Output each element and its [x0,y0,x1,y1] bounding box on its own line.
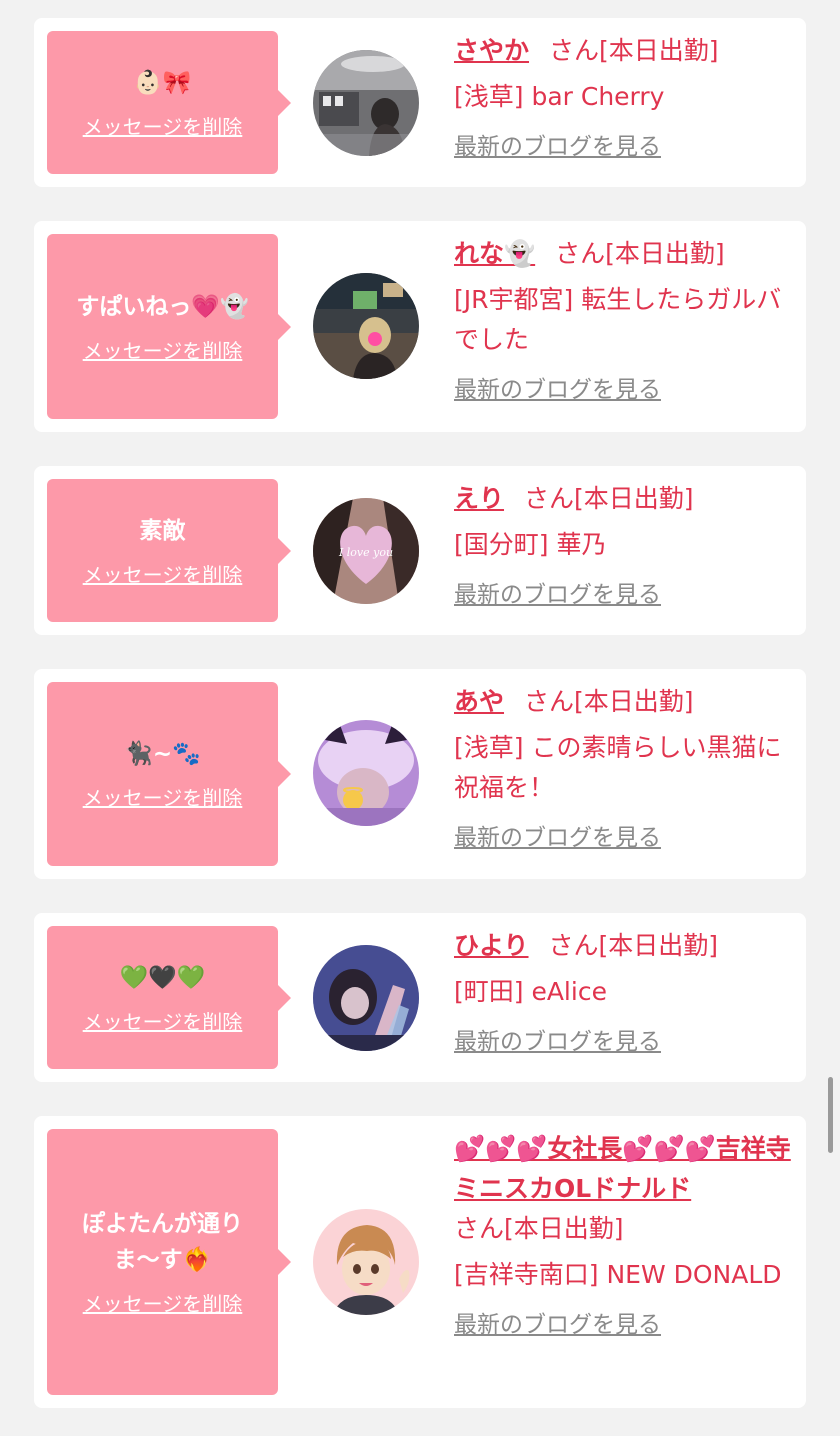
latest-blog-link[interactable]: 最新のブログを見る [454,579,661,611]
cast-info: あや さん[本日出勤] [浅草] この素晴らしい黒猫に祝福を！ 最新のブログを見る [454,682,794,854]
avatar[interactable]: I love you [313,498,419,604]
avatar-photo-icon [313,50,419,156]
shop-name: [浅草] bar Cherry [454,82,665,111]
message-bubble: すぱいねっ💗👻 メッセージを削除 [47,234,291,419]
cast-info: えり さん[本日出勤] [国分町] 華乃 最新のブログを見る [454,479,794,611]
message-bubble: 🐈‍⬛~🐾 メッセージを削除 [47,682,291,866]
cast-name-link[interactable]: 💕💕💕女社長💕💕💕吉祥寺ミニスカOLドナルド [454,1134,791,1203]
latest-blog-link[interactable]: 最新のブログを見る [454,131,661,163]
cast-status: さん[本日出勤] [549,36,719,65]
delete-message-link[interactable]: メッセージを削除 [83,337,243,365]
message-bubble: 素敵 メッセージを削除 [47,479,291,622]
cast-name-link[interactable]: さやか [454,36,529,65]
cast-info: 💕💕💕女社長💕💕💕吉祥寺ミニスカOLドナルドさん[本日出勤] [吉祥寺南口] N… [454,1129,794,1341]
list-item: ぽよたんが通りま〜す❤️‍🔥 メッセージを削除 💕💕💕女社長💕💕💕吉祥寺ミニスカ… [34,1116,806,1408]
favorites-list: 👶🏻🎀 メッセージを削除 さやか さん[本日出勤] [浅草] bar Cherry… [0,0,840,1436]
avatar[interactable] [313,945,419,1051]
cast-info: さやか さん[本日出勤] [浅草] bar Cherry 最新のブログを見る [454,31,794,163]
shop-name: [JR宇都宮] 転生したらガルバでした [454,285,782,354]
latest-blog-link[interactable]: 最新のブログを見る [454,1309,661,1341]
delete-message-link[interactable]: メッセージを削除 [83,1008,243,1036]
cast-status: さん[本日出勤] [555,239,725,268]
cast-name-link[interactable]: ひより [454,931,529,960]
delete-message-link[interactable]: メッセージを削除 [83,784,243,812]
list-item: 素敵 メッセージを削除 I love you えり さん[本日出勤] [国分町] … [34,466,806,635]
latest-blog-link[interactable]: 最新のブログを見る [454,822,661,854]
message-text: 🐈‍⬛~🐾 [124,741,201,767]
avatar[interactable] [313,273,419,379]
avatar-photo-icon [313,720,419,826]
list-item: すぱいねっ💗👻 メッセージを削除 れな👻 さん[本日出勤] [JR宇都宮] 転生し… [34,221,806,432]
message-text: 💚🖤💚 [119,964,206,991]
delete-message-link[interactable]: メッセージを削除 [83,113,243,141]
message-bubble: 👶🏻🎀 メッセージを削除 [47,31,291,174]
list-item: 🐈‍⬛~🐾 メッセージを削除 あや さん[本日出勤] [浅草] この素晴らしい黒猫… [34,669,806,879]
cast-status: さん[本日出勤] [454,1214,624,1243]
message-bubble: ぽよたんが通りま〜す❤️‍🔥 メッセージを削除 [47,1129,291,1395]
message-text: 👶🏻🎀 [133,69,192,96]
cast-name-link[interactable]: あや [454,687,504,716]
shop-name: [国分町] 華乃 [454,530,607,559]
delete-message-link[interactable]: メッセージを削除 [83,561,243,589]
message-text: ぽよたんが通りま〜す❤️‍🔥 [82,1211,243,1273]
cast-name-link[interactable]: れな👻 [454,239,535,268]
cast-info: れな👻 さん[本日出勤] [JR宇都宮] 転生したらガルバでした 最新のブログを見… [454,234,794,406]
avatar-photo-icon [313,1209,419,1315]
latest-blog-link[interactable]: 最新のブログを見る [454,374,661,406]
cast-status: さん[本日出勤] [524,484,694,513]
avatar-photo-icon [313,945,419,1051]
list-item: 👶🏻🎀 メッセージを削除 さやか さん[本日出勤] [浅草] bar Cherry… [34,18,806,187]
cast-status: さん[本日出勤] [548,931,719,960]
avatar-photo-icon: I love you [313,498,419,604]
svg-text:I love you: I love you [338,546,393,559]
delete-message-link[interactable]: メッセージを削除 [83,1290,243,1318]
avatar[interactable] [313,50,419,156]
list-item: 💚🖤💚 メッセージを削除 ひより さん[本日出勤] [町田] eAlice 最新の… [34,913,806,1082]
message-bubble: 💚🖤💚 メッセージを削除 [47,926,291,1069]
latest-blog-link[interactable]: 最新のブログを見る [454,1026,661,1058]
message-text: すぱいねっ💗👻 [76,293,249,320]
scrollbar[interactable] [828,1077,833,1153]
cast-name-link[interactable]: えり [454,484,504,513]
shop-name: [吉祥寺南口] NEW DONALD [454,1260,782,1289]
avatar[interactable] [313,720,419,826]
avatar-photo-icon [313,273,419,379]
shop-name: [町田] eAlice [454,977,607,1006]
shop-name: [浅草] この素晴らしい黒猫に祝福を！ [454,733,782,802]
message-text: 素敵 [139,517,186,544]
cast-info: ひより さん[本日出勤] [町田] eAlice 最新のブログを見る [454,926,794,1058]
cast-status: さん[本日出勤] [524,687,694,716]
avatar[interactable] [313,1209,419,1315]
